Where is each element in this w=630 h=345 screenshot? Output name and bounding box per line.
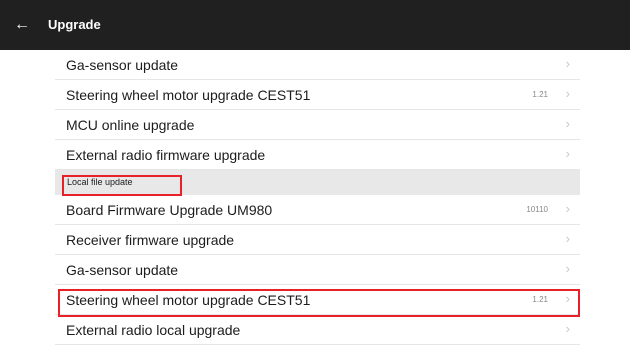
list-item-label: Steering wheel motor upgrade CEST51 [66,292,311,308]
list-item-board-firmware-upgrade[interactable]: Board Firmware Upgrade UM980 10110 › [55,195,580,225]
chevron-right-icon: › [565,231,570,246]
chevron-right-icon: › [565,291,570,306]
list-item-receiver-firmware-upgrade[interactable]: Receiver firmware upgrade › [55,225,580,255]
section-label: Local file update [67,177,133,187]
list-item-external-radio-local-upgrade[interactable]: External radio local upgrade › [55,315,580,345]
list-item-label: Receiver firmware upgrade [66,232,235,248]
list-item-external-radio-firmware-upgrade[interactable]: External radio firmware upgrade › [55,140,580,170]
list-item-label: Ga-sensor update [66,57,179,73]
chevron-right-icon: › [565,201,570,216]
list-item-label: External radio local upgrade [66,322,241,338]
chevron-right-icon: › [565,56,570,71]
page-title: Upgrade [48,17,101,32]
chevron-right-icon: › [565,146,570,161]
section-header-local-file-update: Local file update [55,170,580,195]
list-item-label: Steering wheel motor upgrade CEST51 [66,87,311,103]
list-item-mcu-online-upgrade[interactable]: MCU online upgrade › [55,110,580,140]
list-item-steering-wheel-motor-upgrade[interactable]: Steering wheel motor upgrade CEST51 1.21… [55,80,580,110]
list-item-label: MCU online upgrade [66,117,195,133]
list-item-label: External radio firmware upgrade [66,147,266,163]
list-item-value: 1.21 [532,90,548,99]
top-bar: ← Upgrade [0,0,630,50]
list-item-value: 1.21 [532,295,548,304]
list-item-local-ga-sensor-update[interactable]: Ga-sensor update › [55,255,580,285]
list-item-label: Board Firmware Upgrade UM980 [66,202,273,218]
list-item-value: 10110 [526,205,548,214]
list-item-local-steering-wheel-motor-upgrade[interactable]: Steering wheel motor upgrade CEST51 1.21… [55,285,580,315]
arrow-left-icon[interactable]: ← [12,15,32,35]
chevron-right-icon: › [565,261,570,276]
upgrade-list: Ga-sensor update › Steering wheel motor … [55,50,580,345]
chevron-right-icon: › [565,86,570,101]
chevron-right-icon: › [565,321,570,336]
chevron-right-icon: › [565,116,570,131]
list-item-label: Ga-sensor update [66,262,179,278]
list-item-ga-sensor-update[interactable]: Ga-sensor update › [55,50,580,80]
